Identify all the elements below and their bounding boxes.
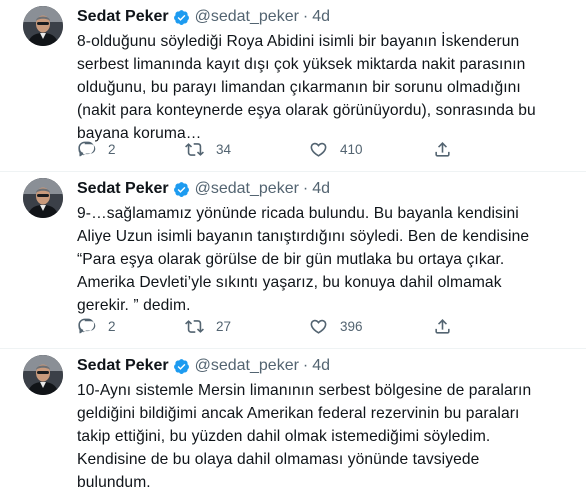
tweet-text: 10-Aynı sistemle Mersin limanının serbes… — [77, 379, 576, 490]
tweet-actions: 2 27 396 — [77, 317, 463, 336]
tweet-text-line: 8-olduğunu söylediği Roya Abidini isimli… — [77, 33, 520, 50]
tweet-timestamp[interactable]: 4d — [312, 8, 330, 26]
like-count: 396 — [340, 319, 363, 334]
tweet-header: Sedat Peker @sedat_peker · 4d — [77, 355, 576, 377]
share-icon — [433, 317, 452, 336]
reply-icon — [77, 140, 96, 159]
tweet-text-line: Kendisine de bu olaya dahil olmaması yön… — [77, 451, 480, 468]
retweet-count: 34 — [216, 142, 232, 157]
author-handle[interactable]: @sedat_peker — [195, 180, 299, 198]
tweet-text-line: bulundum. — [77, 474, 151, 490]
verified-badge-icon — [173, 358, 190, 375]
tweet-timestamp[interactable]: 4d — [312, 180, 330, 198]
separator-dot: · — [302, 8, 309, 25]
tweet-text: 9-…sağlamamız yönünde ricada bulundu. Bu… — [77, 202, 576, 317]
tweet-text-line: “Para eşya olarak görülse de bir gün mut… — [77, 251, 505, 268]
verified-badge-icon — [173, 9, 190, 26]
tweet-header: Sedat Peker @sedat_peker · 4d — [77, 178, 576, 200]
tweet-text-line: olduğunu, bu parayı limandan çıkarmanın … — [77, 79, 521, 96]
retweet-button[interactable]: 34 — [185, 140, 309, 159]
avatar[interactable] — [23, 178, 63, 218]
retweet-icon — [185, 317, 204, 336]
like-button[interactable]: 396 — [309, 317, 433, 336]
share-button[interactable] — [433, 317, 463, 336]
retweet-button[interactable]: 27 — [185, 317, 309, 336]
tweet-text-line: Amerika Devleti’yle sıkıntı yaşarız, bu … — [77, 274, 502, 291]
author-name[interactable]: Sedat Peker — [77, 180, 169, 198]
tweet-actions: 2 34 410 — [77, 140, 463, 159]
verified-badge-icon — [173, 181, 190, 198]
separator-dot: · — [302, 180, 309, 197]
author-handle[interactable]: @sedat_peker — [195, 8, 299, 26]
tweet-header: Sedat Peker @sedat_peker · 4d — [77, 6, 576, 28]
tweet-content: Sedat Peker @sedat_peker · 4d 9-…sağlama… — [77, 178, 576, 317]
tweet[interactable]: Sedat Peker @sedat_peker · 4d 9-…sağlama… — [0, 172, 586, 349]
share-icon — [433, 140, 452, 159]
retweet-count: 27 — [216, 319, 232, 334]
like-button[interactable]: 410 — [309, 140, 433, 159]
reply-count: 2 — [108, 142, 116, 157]
tweet-content: Sedat Peker @sedat_peker · 4d 8-olduğunu… — [77, 6, 576, 145]
tweet-content: Sedat Peker @sedat_peker · 4d 10-Aynı si… — [77, 355, 576, 490]
tweet-text-line: 9-…sağlamamız yönünde ricada bulundu. Bu… — [77, 205, 519, 222]
tweet-timestamp[interactable]: 4d — [312, 357, 330, 375]
author-name[interactable]: Sedat Peker — [77, 8, 169, 26]
separator-dot: · — [302, 357, 309, 374]
author-handle[interactable]: @sedat_peker — [195, 357, 299, 375]
tweet-text-line: (nakit para konteynerde eşya olarak görü… — [77, 102, 536, 119]
tweet-text-line: geldiğini bildiğimi ancak Amerikan feder… — [77, 405, 520, 422]
tweet[interactable]: Sedat Peker @sedat_peker · 4d 8-olduğunu… — [0, 0, 586, 172]
share-button[interactable] — [433, 140, 463, 159]
tweet-feed: Sedat Peker @sedat_peker · 4d 8-olduğunu… — [0, 0, 586, 490]
like-icon — [309, 317, 328, 336]
tweet-text-line: Aliye Uzun isimli bayanın tanıştırdığını… — [77, 228, 530, 245]
reply-button[interactable]: 2 — [77, 140, 185, 159]
reply-count: 2 — [108, 319, 116, 334]
reply-button[interactable]: 2 — [77, 317, 185, 336]
reply-icon — [77, 317, 96, 336]
avatar[interactable] — [23, 6, 63, 46]
author-name[interactable]: Sedat Peker — [77, 357, 169, 375]
tweet-text-line: gerekir. ” dedim. — [77, 297, 191, 314]
avatar[interactable] — [23, 355, 63, 395]
like-count: 410 — [340, 142, 363, 157]
like-icon — [309, 140, 328, 159]
tweet-text-line: serbest limanında kayıt dışı çok yüksek … — [77, 56, 526, 73]
tweet-text: 8-olduğunu söylediği Roya Abidini isimli… — [77, 30, 576, 145]
tweet-text-line: takip ettiğini, bu yüzden dahil olmak is… — [77, 428, 491, 445]
retweet-icon — [185, 140, 204, 159]
tweet-text-line: 10-Aynı sistemle Mersin limanının serbes… — [77, 382, 532, 399]
tweet[interactable]: Sedat Peker @sedat_peker · 4d 10-Aynı si… — [0, 349, 586, 490]
